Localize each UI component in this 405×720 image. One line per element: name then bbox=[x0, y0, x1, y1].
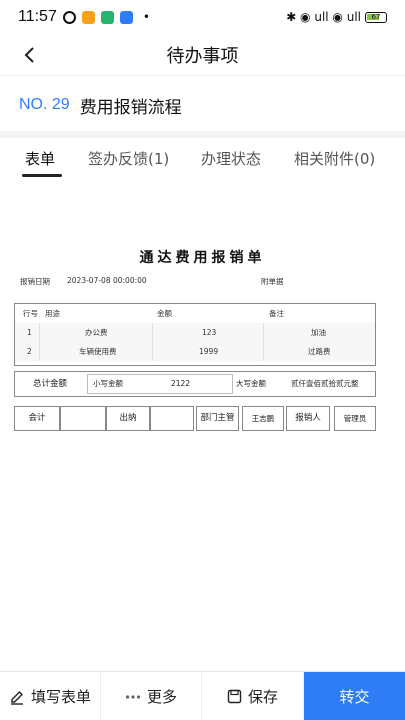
small-amount-label: 小写金额 bbox=[93, 379, 123, 388]
notes-app-icon bbox=[81, 10, 95, 24]
row-purpose: 办公费 bbox=[85, 328, 108, 337]
nav-bar: 待办事项 bbox=[0, 34, 405, 76]
table-header-row: 行号 用途 金额 备注 bbox=[15, 304, 375, 323]
row-amount: 123 bbox=[202, 328, 217, 337]
total-amount-box: 总计金额 小写金额 2122 大写金额 贰仟壹佰贰拾贰元整 bbox=[14, 371, 376, 397]
notification-dot: • bbox=[142, 10, 150, 24]
more-label: 更多 bbox=[146, 688, 177, 706]
save-icon bbox=[227, 689, 242, 704]
column-divider bbox=[263, 323, 264, 361]
save-label: 保存 bbox=[247, 688, 278, 706]
tab-feedback[interactable]: 签办反馈(1) bbox=[88, 148, 169, 169]
header-purpose: 用途 bbox=[45, 309, 60, 318]
total-label: 总计金额 bbox=[33, 379, 68, 389]
battery-level: 67 bbox=[371, 12, 381, 21]
fill-form-button[interactable]: 填写表单 bbox=[0, 672, 101, 720]
page-title: 待办事项 bbox=[166, 45, 239, 67]
header-line-no: 行号 bbox=[23, 309, 38, 318]
column-divider bbox=[39, 323, 40, 361]
process-header: NO. 29 费用报销流程 bbox=[0, 80, 405, 130]
transfer-label: 转交 bbox=[339, 688, 370, 706]
reporter-label: 报销人 bbox=[286, 406, 330, 431]
row-purpose: 车辆使用费 bbox=[79, 347, 117, 356]
accountant-value bbox=[60, 406, 106, 431]
row-no: 1 bbox=[27, 328, 32, 337]
expense-detail-table: 行号 用途 金额 备注 1 办公费 123 加油 2 车辆使用费 1999 过路… bbox=[14, 303, 376, 366]
more-button[interactable]: 更多 bbox=[101, 672, 202, 720]
date-value: 2023-07-08 00:00:00 bbox=[67, 276, 147, 285]
form-title: 通达费用报销单 bbox=[139, 250, 266, 266]
cashier-value bbox=[150, 406, 194, 431]
column-divider bbox=[152, 323, 153, 361]
more-dots-icon bbox=[125, 694, 141, 699]
section-divider bbox=[0, 131, 405, 138]
process-name: 费用报销流程 bbox=[79, 97, 182, 118]
big-amount-label: 大写金额 bbox=[236, 379, 266, 388]
row-amount: 1999 bbox=[199, 347, 219, 356]
pencil-icon bbox=[10, 690, 23, 705]
row-no: 2 bbox=[27, 347, 32, 356]
chevron-left-icon bbox=[24, 47, 34, 63]
process-number: NO. 29 bbox=[19, 96, 70, 113]
status-time: 11:57 bbox=[18, 8, 57, 25]
header-amount: 金额 bbox=[157, 309, 172, 318]
tab-form[interactable]: 表单 bbox=[25, 148, 55, 169]
header-note: 备注 bbox=[269, 309, 284, 318]
navigation-app-icon bbox=[119, 10, 133, 24]
back-button[interactable] bbox=[14, 40, 44, 70]
signature-row: 会计 出纳 部门主管 王志鹏 报销人 管理员 bbox=[14, 406, 376, 431]
save-button[interactable]: 保存 bbox=[202, 672, 304, 720]
battery-icon: 67 bbox=[365, 11, 387, 23]
alarm-icon bbox=[62, 10, 76, 24]
status-right: ✱ ◉ ull ◉ ull 67 bbox=[286, 10, 387, 24]
tab-status[interactable]: 办理状态 bbox=[201, 148, 261, 169]
tab-attachments[interactable]: 相关附件(0) bbox=[294, 148, 375, 169]
attachments-label: 附单据 bbox=[261, 277, 284, 286]
fill-form-label: 填写表单 bbox=[30, 688, 91, 706]
accountant-label: 会计 bbox=[14, 406, 60, 431]
transfer-button[interactable]: 转交 bbox=[304, 672, 405, 720]
row-note: 加油 bbox=[311, 328, 326, 337]
big-amount-value: 贰仟壹佰贰拾贰元整 bbox=[291, 379, 359, 388]
status-left: 11:57 • bbox=[18, 8, 150, 26]
status-bar: 11:57 • ✱ ◉ ull ◉ ull 67 bbox=[0, 0, 405, 34]
bottom-action-bar: 填写表单 更多 保存 转交 bbox=[0, 671, 405, 720]
cashier-label: 出纳 bbox=[106, 406, 150, 431]
row-note: 过路费 bbox=[308, 347, 331, 356]
reporter-value: 管理员 bbox=[334, 406, 376, 431]
security-app-icon bbox=[100, 10, 114, 24]
dept-head-label: 部门主管 bbox=[196, 406, 239, 431]
small-amount-value: 2122 bbox=[171, 379, 191, 388]
date-label: 报销日期 bbox=[20, 277, 50, 286]
active-tab-indicator bbox=[22, 174, 62, 177]
table-row: 1 办公费 123 加油 bbox=[15, 323, 375, 342]
table-row: 2 车辆使用费 1999 过路费 bbox=[15, 342, 375, 361]
signal-icons: ✱ ◉ ull ◉ ull bbox=[286, 10, 361, 24]
dept-head-value: 王志鹏 bbox=[242, 406, 284, 431]
